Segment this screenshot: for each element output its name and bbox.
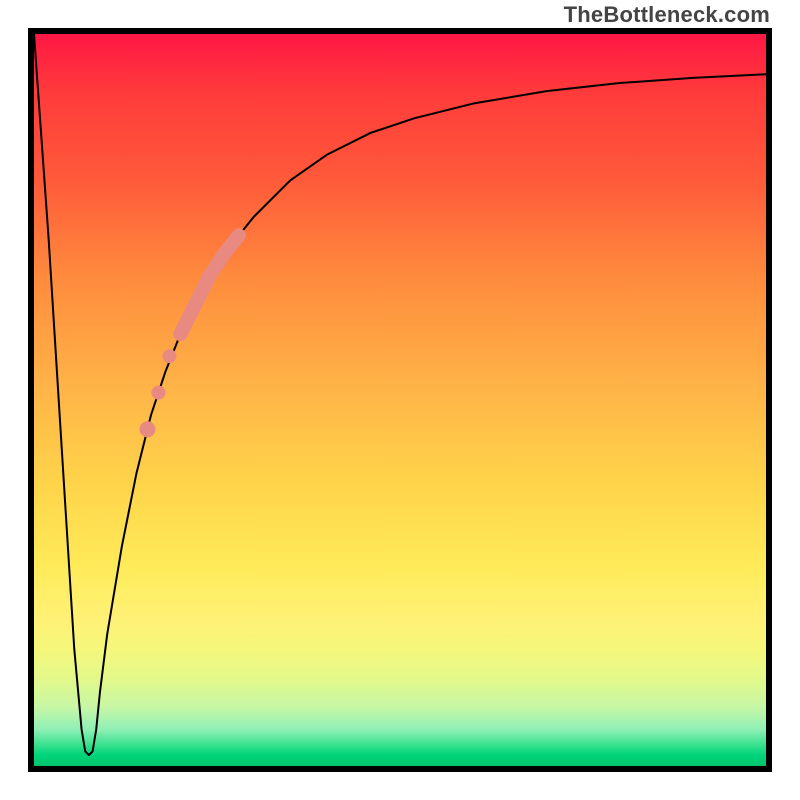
plot-canvas bbox=[34, 34, 766, 766]
overlay-highlight-band bbox=[180, 235, 239, 334]
curve-layer bbox=[34, 34, 766, 755]
chart-container: TheBottleneck.com bbox=[0, 0, 800, 800]
overlay-highlight-dot-2 bbox=[151, 386, 165, 400]
plot-frame bbox=[28, 28, 772, 772]
series-bottleneck-curve bbox=[34, 34, 766, 755]
watermark-text: TheBottleneck.com bbox=[564, 2, 770, 28]
overlay-highlight-dot-3 bbox=[139, 421, 155, 437]
overlay-highlight-dot-1 bbox=[162, 349, 176, 363]
